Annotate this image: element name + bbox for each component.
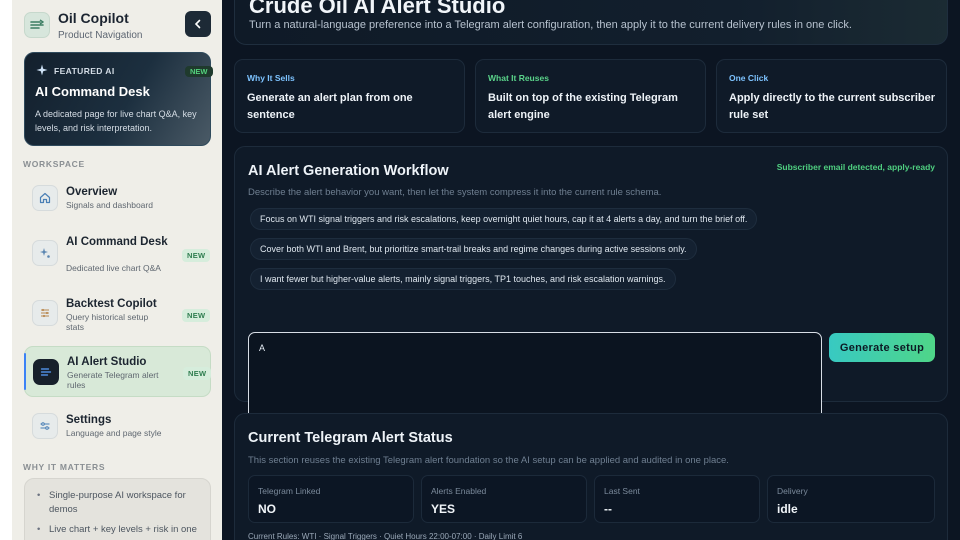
sidebar-item-subtitle: Generate Telegram alert rules <box>67 370 159 390</box>
sidebar-item-title: AI Command Desk <box>66 236 168 248</box>
collapse-sidebar-button[interactable] <box>185 11 211 37</box>
info-card-title: Built on top of the existing Telegram al… <box>488 92 678 121</box>
sidebar-item-ai-alert-studio[interactable]: AI Alert Studio Generate Telegram alert … <box>24 346 212 397</box>
main-content: Crude Oil AI Alert Studio Turn a natural… <box>222 0 960 540</box>
new-badge: NEW <box>182 309 211 322</box>
workflow-description: Describe the alert behavior you want, th… <box>248 187 662 198</box>
sparkle-icon <box>32 240 58 266</box>
sparkle-icon <box>36 64 48 76</box>
current-rules-summary: Current Rules: WTI · Signal Triggers · Q… <box>248 532 523 540</box>
sidebar-item-settings[interactable]: Settings Language and page style <box>24 408 211 444</box>
alert-workflow-panel: AI Alert Generation Workflow Subscriber … <box>234 146 948 420</box>
page-description: Turn a natural-language preference into … <box>249 19 852 31</box>
list-item: Live chart + key levels + risk in one <box>35 523 205 537</box>
brand: Oil Copilot Product Navigation <box>24 10 212 42</box>
brand-title: Oil Copilot <box>58 10 129 26</box>
sidebar-item-overview[interactable]: Overview Signals and dashboard <box>24 180 211 216</box>
hero-banner: Crude Oil AI Alert Studio Turn a natural… <box>234 0 948 45</box>
info-card-kicker: What It Reuses <box>488 73 549 83</box>
sliders-icon <box>32 300 58 326</box>
settings-sliders-icon <box>32 413 58 439</box>
sidebar-item-subtitle: Dedicated live chart Q&A <box>66 263 161 273</box>
sidebar-item-title: Overview <box>66 186 118 198</box>
why-it-matters-label: WHY IT MATTERS <box>23 462 106 472</box>
sidebar-item-subtitle: Query historical setup stats <box>66 312 149 332</box>
stat-telegram-linked: Telegram Linked NO <box>248 475 414 523</box>
info-card-title: Apply directly to the current subscriber… <box>729 92 935 121</box>
stat-value: NO <box>258 502 276 516</box>
stat-alerts-enabled: Alerts Enabled YES <box>421 475 587 523</box>
stat-value: YES <box>431 502 456 516</box>
new-badge: NEW <box>183 367 212 380</box>
telegram-status-description: This section reuses the existing Telegra… <box>248 455 729 466</box>
info-card-why-it-sells: Why It Sells Generate an alert plan from… <box>234 59 465 133</box>
sidebar-item-subtitle: Language and page style <box>66 428 162 438</box>
featured-ai-card[interactable]: FEATURED AI NEW AI Command Desk A dedica… <box>24 52 213 146</box>
stat-last-sent: Last Sent -- <box>594 475 760 523</box>
stat-value: -- <box>604 502 612 516</box>
sidebar-item-subtitle: Signals and dashboard <box>66 200 153 210</box>
stat-delivery: Delivery idle <box>767 475 935 523</box>
info-card-kicker: One Click <box>729 73 769 83</box>
sidebar-item-title: AI Alert Studio <box>67 356 147 368</box>
workflow-title: AI Alert Generation Workflow <box>248 163 449 179</box>
sidebar-item-backtest-copilot[interactable]: Backtest Copilot Query historical setup … <box>24 292 211 336</box>
generate-setup-button[interactable]: Generate setup <box>829 333 935 362</box>
new-badge: NEW <box>182 249 211 262</box>
sidebar: Oil Copilot Product Navigation FEATURED … <box>12 0 222 540</box>
suggestion-chip[interactable]: Cover both WTI and Brent, but prioritize… <box>250 238 697 260</box>
stat-label: Alerts Enabled <box>431 486 487 496</box>
telegram-status-panel: Current Telegram Alert Status This secti… <box>234 413 948 540</box>
list-item: Single-purpose AI workspace for demos <box>35 489 205 517</box>
featured-title: AI Command Desk <box>35 84 150 99</box>
info-card-one-click: One Click Apply directly to the current … <box>716 59 947 133</box>
stat-label: Telegram Linked <box>258 486 321 496</box>
info-card-what-it-reuses: What It Reuses Built on top of the exist… <box>475 59 706 133</box>
stat-value: idle <box>777 502 798 516</box>
workspace-label: WORKSPACE <box>23 159 85 169</box>
home-icon <box>32 185 58 211</box>
stat-label: Delivery <box>777 486 808 496</box>
info-card-kicker: Why It Sells <box>247 73 295 83</box>
suggestion-chip[interactable]: I want fewer but higher-value alerts, ma… <box>250 268 676 290</box>
sidebar-item-title: Settings <box>66 414 112 426</box>
suggestion-chip[interactable]: Focus on WTI signal triggers and risk es… <box>250 208 758 230</box>
featured-label: FEATURED AI <box>54 66 115 76</box>
logo-icon <box>24 12 50 38</box>
chevron-left-icon <box>194 19 201 29</box>
sidebar-item-title: Backtest Copilot <box>66 298 157 310</box>
apply-ready-status: Subscriber email detected, apply-ready <box>776 162 935 172</box>
info-card-title: Generate an alert plan from one sentence <box>247 92 413 121</box>
brand-subtitle: Product Navigation <box>58 30 143 41</box>
stat-label: Last Sent <box>604 486 640 496</box>
alert-list-icon <box>33 359 59 385</box>
page-title: Crude Oil AI Alert Studio <box>249 0 506 18</box>
featured-description: A dedicated page for live chart Q&A, key… <box>35 109 197 133</box>
why-it-matters-box: Single-purpose AI workspace for demos Li… <box>24 478 211 540</box>
sidebar-item-ai-command-desk[interactable]: AI Command Desk Dedicated live chart Q&A… <box>24 230 211 278</box>
alert-preference-input[interactable] <box>248 332 822 420</box>
telegram-status-title: Current Telegram Alert Status <box>248 430 453 446</box>
new-badge: NEW <box>185 66 213 77</box>
